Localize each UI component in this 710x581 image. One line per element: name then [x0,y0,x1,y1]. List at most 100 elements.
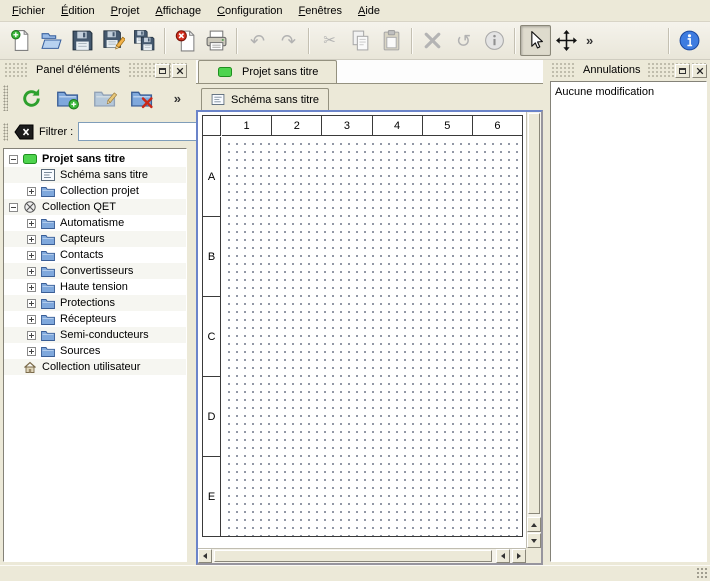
close-file-button[interactable] [170,25,201,56]
tree-item-label: Récepteurs [60,313,116,325]
info-icon [483,29,506,52]
tab-schema-sans-titre[interactable]: Schéma sans titre [201,88,329,110]
expand-expander-icon[interactable] [27,299,36,308]
scroll-left-button[interactable] [198,549,212,563]
diagram-row-headers: A B C D E [203,137,221,536]
rotate-button[interactable]: ↺ [448,25,479,56]
menu-projet[interactable]: Projet [103,2,148,20]
expand-expander-icon[interactable] [27,251,36,260]
toolbar-drag-handle[interactable] [3,85,8,111]
menu-fenetres[interactable]: Fenêtres [291,2,350,20]
tree-item-collection-qet[interactable]: Collection QET [4,199,186,215]
expand-expander-icon[interactable] [27,219,36,228]
undo-panel-header[interactable]: Annulations [550,63,707,78]
expand-expander-icon[interactable] [27,283,36,292]
expand-expander-icon[interactable] [27,331,36,340]
edit-element-button[interactable] [90,83,120,113]
expand-expander-icon[interactable] [27,187,36,196]
arrow-left-icon [501,553,505,559]
new-element-button[interactable] [53,83,83,113]
move-tool-icon [555,29,578,52]
save-as-button[interactable] [98,25,129,56]
qet-collection-icon [23,201,37,213]
undo-panel-close-button[interactable] [692,64,707,78]
tree-item-automatisme[interactable]: Automatisme [4,215,186,231]
horizontal-scrollbar[interactable] [198,548,526,563]
tree-item-projet-sans-titre[interactable]: Projet sans titre [4,151,186,167]
tree-item-label: Collection projet [60,185,139,197]
elements-panel-float-button[interactable] [155,64,170,78]
about-button[interactable] [674,25,705,56]
toolbar-drag-handle[interactable] [3,123,8,141]
diagram-grid[interactable] [222,137,522,536]
scroll-right-button[interactable] [512,549,526,563]
expand-expander-icon[interactable] [27,235,36,244]
toolbar-overflow-button[interactable]: » [582,31,597,50]
collapse-expander-icon[interactable] [9,203,18,212]
expand-expander-icon[interactable] [27,315,36,324]
cut-button[interactable]: ✂ [314,25,345,56]
folder-icon [41,185,55,197]
project-icon [23,153,37,165]
menu-aide[interactable]: Aide [350,2,388,20]
vertical-scrollbar[interactable] [526,112,541,548]
diagram-icon [211,94,225,105]
redo-button[interactable]: ↷ [273,25,304,56]
row-header: C [203,296,220,376]
new-document-button[interactable] [5,25,36,56]
open-document-button[interactable] [36,25,67,56]
delete-element-button[interactable] [127,83,157,113]
elements-panel-close-button[interactable] [172,64,187,78]
save-button[interactable] [67,25,98,56]
delete-element-icon [131,87,154,110]
toolbar-separator [236,28,238,54]
tree-item-semi-conducteurs[interactable]: Semi-conducteurs [4,327,186,343]
print-button[interactable] [201,25,232,56]
tree-item-haute-tension[interactable]: Haute tension [4,279,186,295]
horizontal-scrollbar-thumb[interactable] [214,550,492,562]
tree-spacer [27,171,36,180]
expand-expander-icon[interactable] [27,267,36,276]
tree-item-protections[interactable]: Protections [4,295,186,311]
clear-filter-button[interactable] [14,124,34,140]
move-tool-button[interactable] [551,25,582,56]
menu-configuration[interactable]: Configuration [209,2,290,20]
undo-button[interactable]: ↶ [242,25,273,56]
panel-toolbar-overflow-button[interactable]: » [170,89,185,108]
project-icon [217,66,233,78]
scroll-down-button[interactable] [527,533,541,548]
qelectrotech-window: Fichier Édition Projet Affichage Configu… [0,0,710,581]
tab-projet-sans-titre[interactable]: Projet sans titre [198,60,337,83]
delete-button[interactable] [417,25,448,56]
elements-panel-header[interactable]: Panel d'éléments [3,63,187,78]
vertical-scrollbar-thumb[interactable] [528,113,540,514]
workspace-area: Projet sans titre Schéma sans titre 1 2 … [190,60,547,565]
menu-affichage[interactable]: Affichage [147,2,209,20]
tree-item-sources[interactable]: Sources [4,343,186,359]
expand-expander-icon[interactable] [27,347,36,356]
tree-item-schema-sans-titre[interactable]: Schéma sans titre [4,167,186,183]
copy-button[interactable] [345,25,376,56]
tree-item-recepteurs[interactable]: Récepteurs [4,311,186,327]
select-tool-button[interactable] [520,25,551,56]
tree-item-collection-projet[interactable]: Collection projet [4,183,186,199]
paste-button[interactable] [376,25,407,56]
save-all-button[interactable] [129,25,160,56]
undo-list-item[interactable]: Aucune modification [551,83,706,100]
tree-item-contacts[interactable]: Contacts [4,247,186,263]
reload-collections-button[interactable] [16,83,46,113]
scroll-left-button[interactable] [496,549,510,563]
resize-grip[interactable] [696,567,708,579]
tree-item-collection-utilisateur[interactable]: Collection utilisateur [4,359,186,375]
undo-panel-float-button[interactable] [675,64,690,78]
menu-fichier[interactable]: Fichier [4,2,53,20]
diagram-canvas[interactable]: 1 2 3 4 5 6 A B C D E [198,112,526,548]
elements-panel: Panel d'éléments [0,60,190,565]
menu-edition[interactable]: Édition [53,2,103,20]
tree-item-convertisseurs[interactable]: Convertisseurs [4,263,186,279]
scroll-up-button[interactable] [527,517,541,532]
elements-panel-toolbar: » [3,81,187,115]
info-button[interactable] [479,25,510,56]
tree-item-capteurs[interactable]: Capteurs [4,231,186,247]
collapse-expander-icon[interactable] [9,155,18,164]
